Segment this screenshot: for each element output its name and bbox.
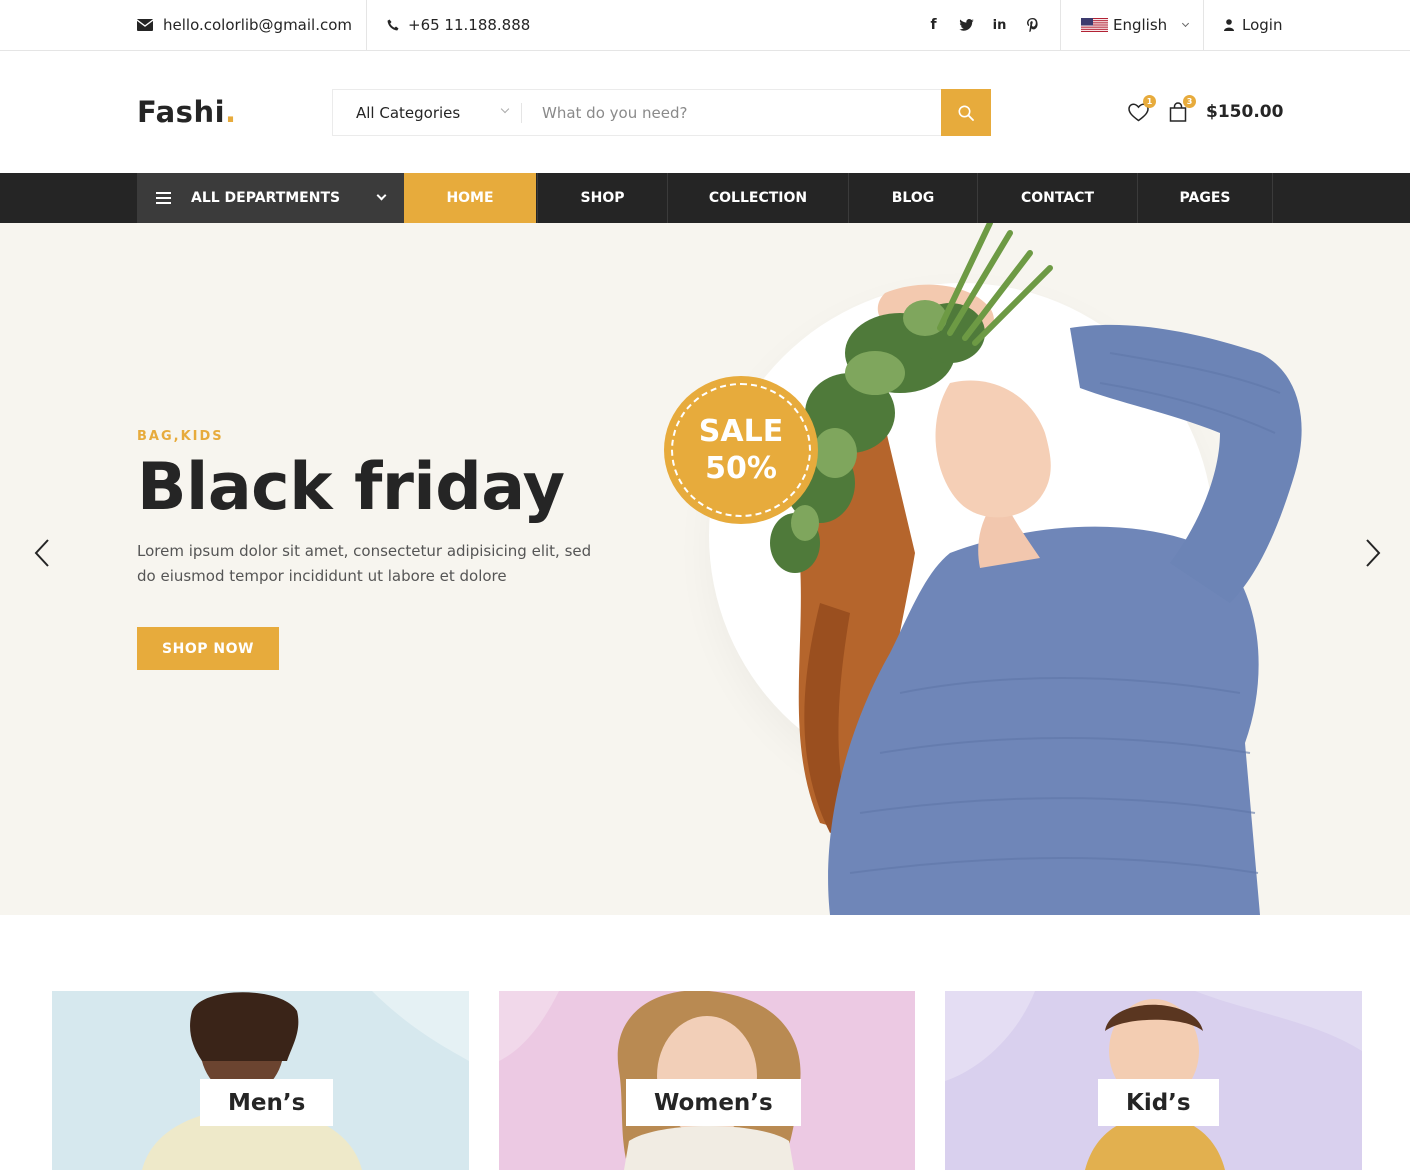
shop-now-button[interactable]: SHOP NOW <box>137 627 279 670</box>
phone-contact[interactable]: +65 11.188.888 <box>387 0 530 50</box>
email-contact[interactable]: hello.colorlib@gmail.com <box>137 0 352 50</box>
facebook-icon[interactable]: f <box>917 17 950 33</box>
hero-category-tag[interactable]: BAG,KIDS <box>137 429 224 444</box>
category-card-women[interactable]: Women’s <box>499 991 915 1170</box>
search-button[interactable] <box>941 89 991 136</box>
category-card-kids[interactable]: Kid’s <box>945 991 1362 1170</box>
category-label-kids: Kid’s <box>1098 1079 1219 1126</box>
departments-label: ALL DEPARTMENTS <box>191 190 341 206</box>
divider <box>1203 0 1204 50</box>
nav-item-home[interactable]: HOME <box>404 173 536 223</box>
nav-item-shop[interactable]: SHOP <box>537 173 668 223</box>
sale-label: SALE <box>698 414 784 449</box>
hero-model-image <box>770 223 1302 915</box>
search-input[interactable] <box>522 90 941 135</box>
hero-description: Lorem ipsum dolor sit amet, consectetur … <box>137 542 592 585</box>
category-select-value: All Categories <box>356 103 461 122</box>
social-links: f in <box>917 0 1049 50</box>
login-link[interactable]: Login <box>1224 0 1282 50</box>
linkedin-icon[interactable]: in <box>983 18 1016 33</box>
cart-count-badge: 3 <box>1183 95 1196 108</box>
wishlist-button[interactable]: 1 <box>1126 95 1156 124</box>
chevron-down-icon <box>500 104 510 114</box>
us-flag-icon <box>1081 18 1108 32</box>
next-slide-arrow-icon[interactable] <box>1363 538 1383 568</box>
pinterest-icon[interactable] <box>1016 18 1049 32</box>
chevron-down-icon <box>376 190 387 201</box>
category-label-women: Women’s <box>626 1079 801 1126</box>
cart-button[interactable]: 3 <box>1166 95 1196 124</box>
all-departments-dropdown[interactable]: ALL DEPARTMENTS <box>137 173 404 223</box>
envelope-icon <box>137 19 153 31</box>
language-select[interactable]: English <box>1081 0 1190 50</box>
nav-item-collection[interactable]: COLLECTION <box>668 173 849 223</box>
category-card-men[interactable]: Men’s <box>52 991 469 1170</box>
nav-item-contact[interactable]: CONTACT <box>978 173 1138 223</box>
main-nav: ALL DEPARTMENTS HOME SHOP COLLECTION BLO… <box>0 173 1410 223</box>
category-label-men: Men’s <box>200 1079 334 1126</box>
sale-badge: SALE 50% <box>664 376 818 524</box>
wishlist-count-badge: 1 <box>1143 95 1156 108</box>
menu-icon <box>156 189 171 207</box>
language-label: English <box>1113 16 1168 34</box>
divider <box>1060 0 1061 50</box>
top-bar: hello.colorlib@gmail.com +65 11.188.888 … <box>0 0 1410 51</box>
prev-slide-arrow-icon[interactable] <box>32 538 52 568</box>
nav-item-blog[interactable]: BLOG <box>849 173 978 223</box>
chevron-down-icon <box>1182 19 1190 28</box>
sale-percent: 50% <box>705 451 777 486</box>
login-label: Login <box>1242 16 1283 34</box>
site-logo[interactable]: Fashi. <box>137 95 237 129</box>
email-text: hello.colorlib@gmail.com <box>163 16 353 34</box>
logo-text: Fashi <box>137 95 226 129</box>
phone-icon <box>387 19 399 31</box>
logo-dot: . <box>225 95 237 129</box>
user-icon <box>1224 19 1234 31</box>
category-select[interactable]: All Categories <box>333 90 522 135</box>
twitter-icon[interactable] <box>950 19 983 31</box>
phone-text: +65 11.188.888 <box>408 16 531 34</box>
search-bar: All Categories <box>332 89 991 136</box>
divider <box>366 0 367 50</box>
nav-item-pages[interactable]: PAGES <box>1138 173 1273 223</box>
search-icon <box>958 105 974 121</box>
hero-slider: BAG,KIDS Black friday Lorem ipsum dolor … <box>0 223 1410 915</box>
hero-title: Black friday <box>137 450 565 525</box>
cart-total[interactable]: $150.00 <box>1206 102 1283 122</box>
